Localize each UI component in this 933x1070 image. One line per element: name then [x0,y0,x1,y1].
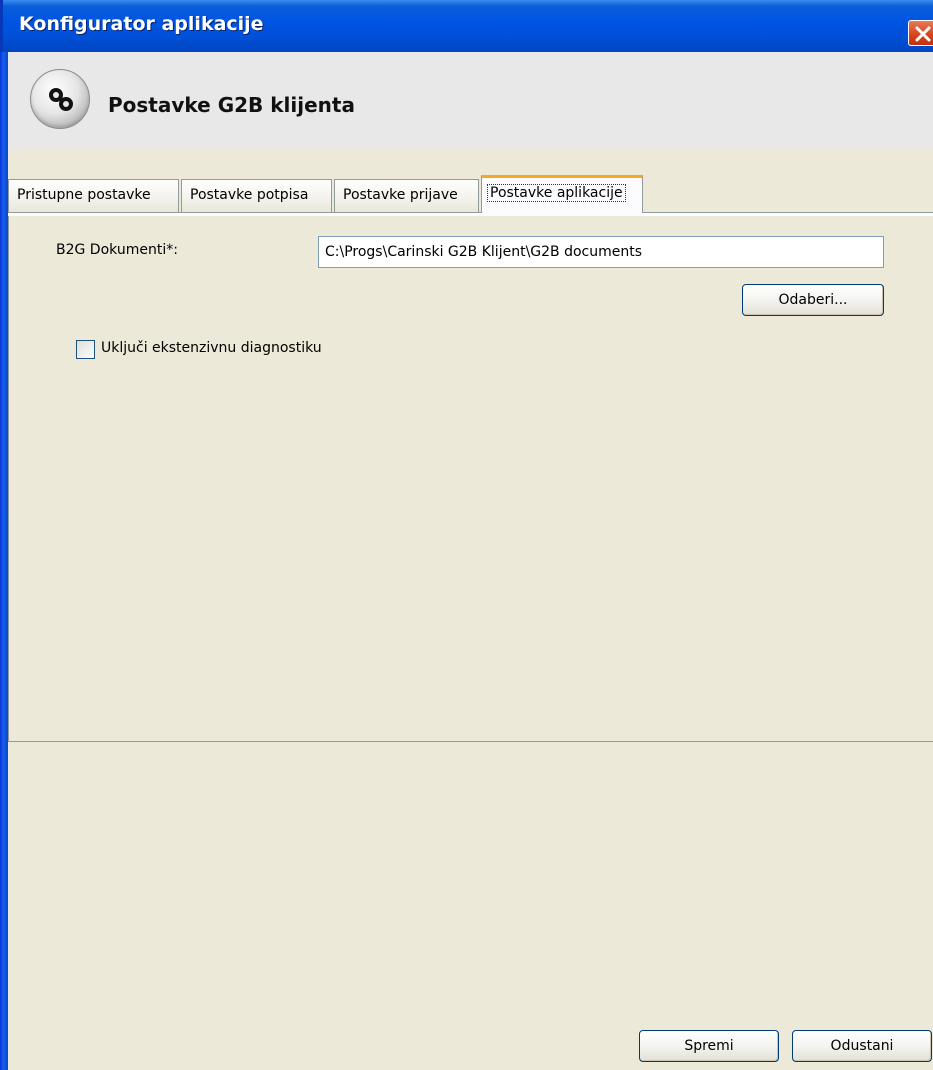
window-frame-left [0,52,8,1070]
cancel-button[interactable]: Odustani [792,1030,932,1062]
browse-button[interactable]: Odaberi... [742,284,884,316]
close-icon [915,26,931,42]
diagnostics-label[interactable]: Uključi ekstenzivnu diagnostiku [101,340,322,356]
tab-postavke-aplikacije[interactable]: Postavke aplikacije [481,175,643,213]
page-title: Postavke G2B klijenta [108,93,355,117]
documents-label: B2G Dokumenti*: [56,242,178,258]
dialog-header: Postavke G2B klijenta [8,52,933,150]
gears-icon [30,69,90,129]
title-bar: Konfigurator aplikacije [0,0,933,52]
save-button[interactable]: Spremi [639,1030,779,1062]
documents-path-input[interactable]: C:\Progs\Carinski G2B Klijent\G2B docume… [318,236,884,268]
tab-postavke-potpisa[interactable]: Postavke potpisa [181,179,332,213]
tab-postavke-prijave[interactable]: Postavke prijave [334,179,479,213]
close-button[interactable] [908,20,933,46]
diagnostics-checkbox[interactable] [76,340,95,359]
dialog-footer [8,742,933,1070]
tab-pristupne-postavke[interactable]: Pristupne postavke [8,179,179,213]
tab-label: Postavke aplikacije [487,184,626,202]
panel-highlight [8,213,933,216]
tab-strip: Pristupne postavke Postavke potpisa Post… [8,175,933,213]
window-title: Konfigurator aplikacije [19,13,264,35]
